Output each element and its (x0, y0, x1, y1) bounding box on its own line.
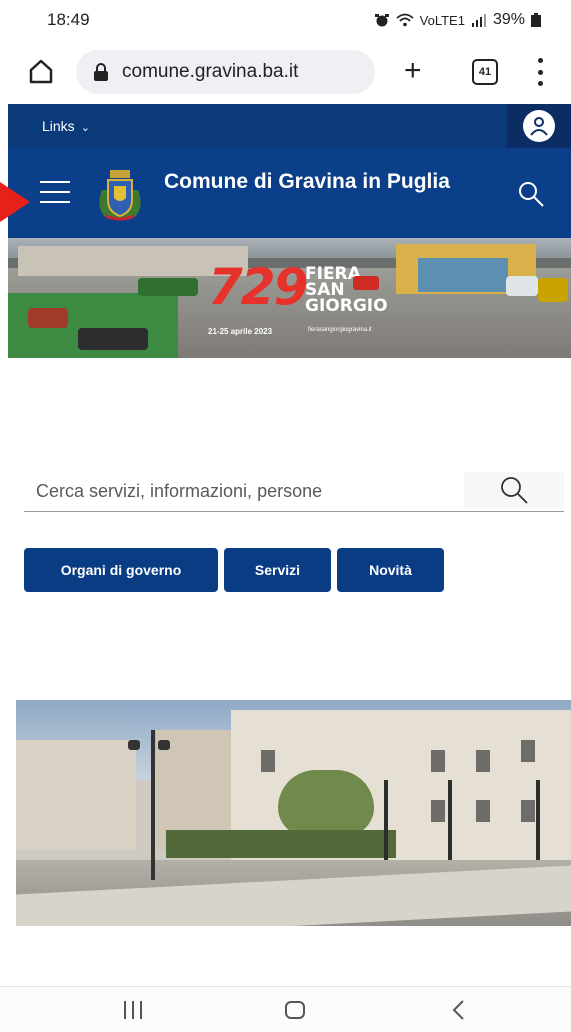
links-bar: Links ⌄ (8, 104, 571, 148)
fair-dates: 21-25 aprile 2023 (208, 327, 273, 336)
user-icon (523, 110, 555, 142)
wifi-icon (396, 13, 414, 27)
links-label: Links (42, 118, 75, 134)
url-bar[interactable]: comune.gravina.ba.it (76, 50, 375, 94)
servizi-button[interactable]: Servizi (224, 548, 331, 592)
home-icon[interactable] (28, 58, 54, 84)
fair-edition-number: 729 (208, 258, 308, 316)
battery-icon (531, 13, 541, 27)
fair-website: fierasangiorgiogravina.it (308, 327, 372, 333)
novita-button[interactable]: Novità (337, 548, 444, 592)
system-home-icon[interactable] (285, 1001, 305, 1019)
search-icon[interactable] (517, 180, 545, 208)
back-icon[interactable] (449, 999, 469, 1021)
status-bar: 18:49 VoLTE1 39% (0, 0, 571, 40)
more-vertical-icon[interactable] (536, 58, 544, 86)
site-search (24, 470, 564, 512)
town-emblem-icon (99, 170, 141, 221)
chevron-down-icon: ⌄ (80, 122, 90, 134)
system-nav-bar (0, 986, 571, 1032)
fair-name: FIERA SAN GIORGIO (305, 264, 388, 316)
event-banner[interactable]: 729 FIERA SAN GIORGIO 21-25 aprile 2023 … (8, 238, 571, 358)
search-input[interactable] (36, 476, 456, 506)
alarm-icon (374, 14, 389, 27)
url-text: comune.gravina.ba.it (122, 61, 299, 82)
site-title[interactable]: Comune di Gravina in Puglia (164, 170, 464, 194)
status-time: 18:49 (47, 10, 90, 29)
site-header: Comune di Gravina in Puglia (8, 148, 571, 238)
quick-links: Organi di governo Servizi Novità (24, 548, 444, 592)
search-icon (501, 477, 528, 504)
signal-icon (471, 14, 486, 27)
links-dropdown[interactable]: Links ⌄ (42, 118, 90, 134)
recent-apps-icon[interactable] (124, 1001, 142, 1019)
organi-di-governo-button[interactable]: Organi di governo (24, 548, 218, 592)
red-arrow-pointer (0, 182, 30, 222)
search-submit-button[interactable] (464, 472, 564, 508)
network-type: VoLTE1 (419, 12, 465, 28)
battery-percent: 39% (492, 11, 525, 28)
town-hall-photo[interactable] (16, 700, 571, 926)
tab-switcher-button[interactable]: 41 (472, 59, 498, 85)
user-login-button[interactable] (507, 104, 571, 148)
lock-icon (94, 63, 108, 81)
hamburger-menu-icon[interactable] (40, 181, 70, 203)
status-indicators: VoLTE1 39% (374, 11, 541, 29)
new-tab-button[interactable]: + (404, 56, 422, 86)
browser-toolbar: comune.gravina.ba.it + 41 (0, 46, 571, 98)
